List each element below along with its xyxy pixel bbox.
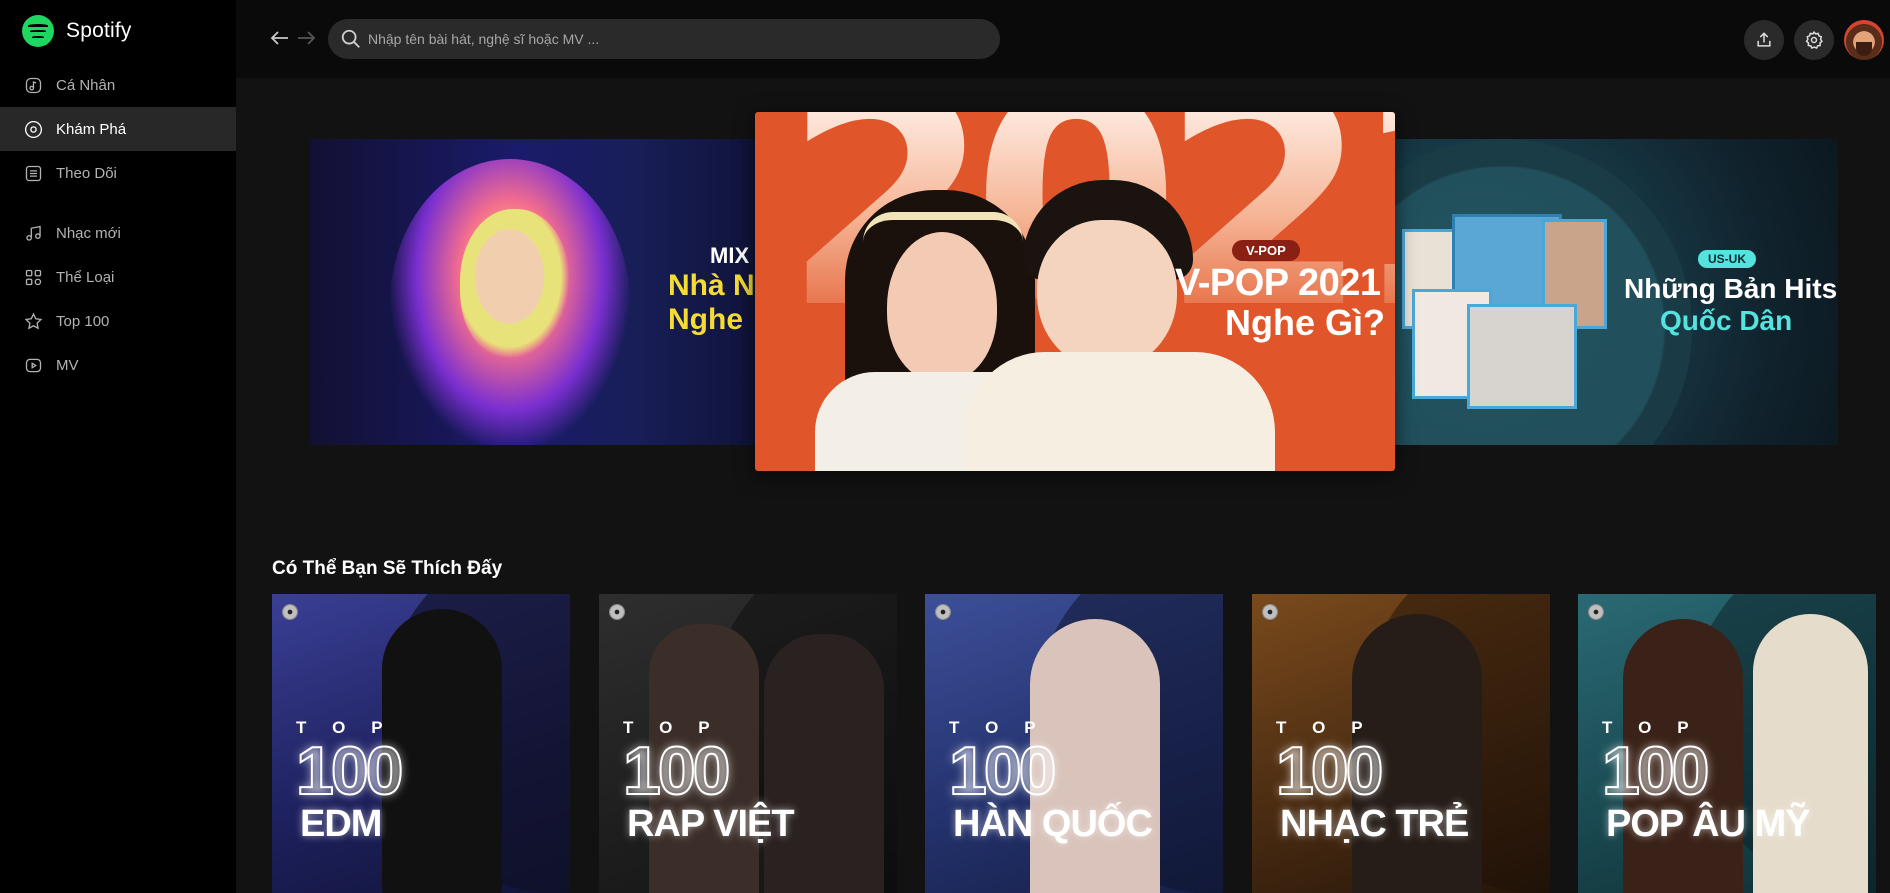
brand[interactable]: Spotify (22, 15, 132, 47)
arrow-left-icon (270, 31, 288, 45)
spotify-logo-icon (22, 15, 54, 47)
music-notes-icon (22, 222, 44, 244)
banner-vpop-2021[interactable]: 2021 V-POP V-POP 2021 Nghe Gì? (755, 112, 1395, 471)
banner-title: V-POP 2021 (1175, 262, 1381, 304)
card-genre: EDM (300, 803, 382, 845)
sidebar-item-mv[interactable]: MV (0, 343, 236, 387)
banner-title: Những Bản Hits (1624, 273, 1838, 304)
sidebar-item-label: Thể Loại (56, 268, 115, 286)
search-bar[interactable] (328, 19, 1000, 59)
artist-face (887, 232, 997, 382)
disc-icon (609, 604, 625, 620)
artist-image (1753, 614, 1868, 893)
playlist-card-edm[interactable]: TOP 100 EDM (272, 594, 570, 893)
banner-mix-line2: Nhà N Nghe (668, 269, 755, 336)
top-bar (236, 0, 1890, 78)
card-genre: NHẠC TRẺ (1280, 803, 1469, 845)
section-title: Có Thể Bạn Sẽ Thích Đấy (272, 558, 503, 579)
card-number: 100 (622, 732, 731, 810)
video-icon (22, 354, 44, 376)
disc-icon (22, 118, 44, 140)
music-note-square-icon (22, 74, 44, 96)
playlist-card-nhac-tre[interactable]: TOP 100 NHẠC TRẺ (1252, 594, 1550, 893)
upload-icon (1757, 32, 1771, 47)
playlist-card-han-quoc[interactable]: TOP 100 HÀN QUỐC (925, 594, 1223, 893)
arrow-right-icon (298, 31, 316, 45)
search-icon (341, 29, 360, 48)
artist-face (1037, 220, 1177, 370)
search-input[interactable] (368, 31, 968, 47)
app-name: Spotify (66, 19, 132, 42)
sidebar-item-top-100[interactable]: Top 100 (0, 299, 236, 343)
disc-icon (282, 604, 298, 620)
banner-tag: US-UK (1698, 250, 1756, 268)
artist-image (764, 634, 884, 893)
banner-tag: V-POP (1232, 240, 1300, 261)
card-number: 100 (948, 732, 1057, 810)
list-icon (22, 162, 44, 184)
banner-mix[interactable]: MIX Nhà N Nghe (310, 139, 770, 445)
card-genre: POP ÂU MỸ (1606, 803, 1811, 845)
banner-subtitle: Quốc Dân (1660, 305, 1793, 336)
sidebar: Spotify Cá Nhân Khám Phá Theo Dõi Nhạc m… (0, 0, 236, 893)
card-number: 100 (295, 732, 404, 810)
sidebar-item-label: Nhạc mới (56, 224, 121, 242)
banner-subtitle: Nghe Gì? (1225, 302, 1385, 343)
sidebar-item-label: Top 100 (56, 312, 110, 330)
back-button[interactable] (268, 26, 292, 50)
card-number: 100 (1275, 732, 1384, 810)
playlist-card-pop-au-my[interactable]: TOP 100 POP ÂU MỸ (1578, 594, 1876, 893)
sidebar-item-nhac-moi[interactable]: Nhạc mới (0, 211, 236, 255)
upload-button[interactable] (1744, 20, 1784, 60)
playlist-card-rap-viet[interactable]: TOP 100 RAP VIỆT (599, 594, 897, 893)
settings-button[interactable] (1794, 20, 1834, 60)
sidebar-item-kham-pha[interactable]: Khám Phá (0, 107, 236, 151)
banner-us-uk[interactable]: US-UK Những Bản Hits Quốc Dân (1392, 139, 1838, 445)
artist-image (460, 209, 570, 359)
gear-icon (1805, 30, 1823, 50)
card-genre: RAP VIỆT (627, 803, 795, 845)
disc-icon (1262, 604, 1278, 620)
avatar[interactable] (1844, 20, 1884, 60)
sidebar-item-label: MV (56, 356, 79, 374)
sidebar-item-label: Khám Phá (56, 120, 127, 138)
sidebar-item-theo-doi[interactable]: Theo Dõi (0, 151, 236, 195)
artist-outfit (965, 352, 1275, 471)
disc-icon (1588, 604, 1604, 620)
grid-icon (22, 266, 44, 288)
banner-mix-line1: MIX (710, 243, 750, 268)
album-cover (1467, 304, 1577, 409)
sidebar-item-label: Theo Dõi (56, 164, 117, 182)
star-icon (22, 310, 44, 332)
sidebar-item-label: Cá Nhân (56, 76, 116, 94)
disc-icon (935, 604, 951, 620)
forward-button[interactable] (294, 26, 318, 50)
card-genre: HÀN QUỐC (953, 803, 1153, 845)
sidebar-item-the-loai[interactable]: Thể Loại (0, 255, 236, 299)
sidebar-item-ca-nhan[interactable]: Cá Nhân (0, 63, 236, 107)
headband (863, 212, 1023, 242)
card-number: 100 (1601, 732, 1710, 810)
